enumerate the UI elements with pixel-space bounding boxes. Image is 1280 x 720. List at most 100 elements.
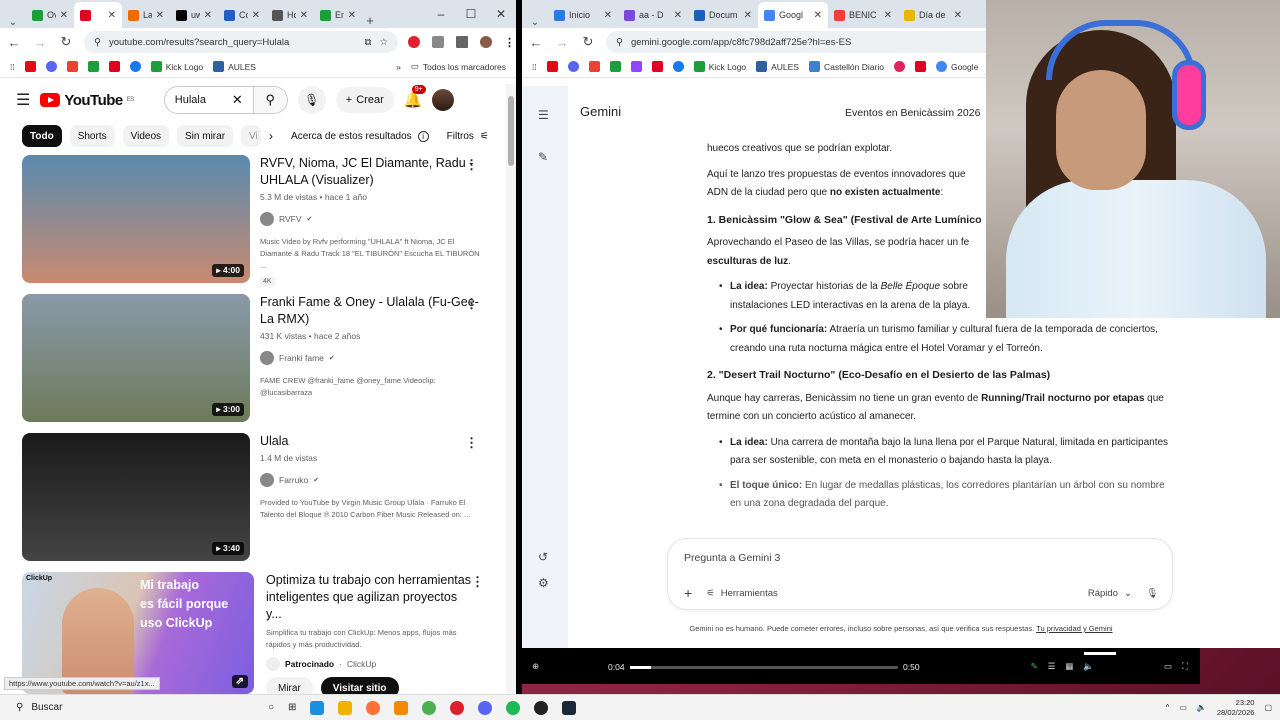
- edit-icon[interactable]: ✎: [1031, 661, 1038, 672]
- pinterest-icon[interactable]: [893, 61, 905, 72]
- gmail-icon-right[interactable]: [588, 61, 600, 72]
- hamburger-menu-icon[interactable]: ☰: [16, 90, 30, 110]
- right-tab[interactable]: Googl ✕: [758, 2, 828, 28]
- player-seek-bar[interactable]: [630, 666, 898, 669]
- bookmark-google[interactable]: Google: [935, 61, 978, 72]
- about-results[interactable]: Acerca de estos resultados i: [291, 130, 429, 142]
- ad-result[interactable]: ClickUp Mi trabajo es fácil porque uso C…: [22, 572, 492, 694]
- right-tab[interactable]: aa - D ✕: [618, 2, 688, 28]
- history-icon[interactable]: ↺: [538, 550, 548, 564]
- volume-icon[interactable]: 🔈: [1083, 661, 1094, 672]
- bookmark-icon-green-right[interactable]: [609, 61, 621, 72]
- video-thumbnail[interactable]: ▸ 3:00: [22, 294, 250, 422]
- reload-icon[interactable]: ↻: [58, 34, 74, 50]
- search-input[interactable]: Hulala ✕: [163, 86, 254, 114]
- account-avatar[interactable]: [432, 89, 455, 111]
- chip-videos[interactable]: Videos: [122, 125, 170, 147]
- youtube-bm-icon-right[interactable]: [651, 61, 663, 72]
- tab-close-icon[interactable]: ✕: [814, 10, 822, 21]
- watch-button[interactable]: Mirar: [266, 677, 313, 694]
- clear-search-icon[interactable]: ✕: [232, 92, 243, 108]
- video-title[interactable]: Franki Fame & Oney - Ulalala (Fu-Gee-La …: [260, 294, 480, 328]
- filters-button[interactable]: Filtros ⚟: [447, 131, 489, 142]
- create-button[interactable]: + Crear: [335, 87, 394, 113]
- bookmark-kick-logo[interactable]: Kick Logo: [150, 61, 203, 72]
- conversation-title[interactable]: Eventos en Benicàssim 2026: [845, 107, 980, 119]
- left-tab[interactable]: ✕: [74, 2, 122, 28]
- close-window-icon[interactable]: ✕: [486, 7, 516, 21]
- address-bar[interactable]: ⚲ youtube.com/results?search_query=Hulal…: [84, 31, 398, 53]
- obs-icon[interactable]: [534, 700, 549, 715]
- scroll-thumb[interactable]: [508, 96, 514, 166]
- volume-slider[interactable]: [1084, 652, 1116, 655]
- maximize-icon[interactable]: ☐: [456, 7, 486, 21]
- bookmark-kick-logo-right[interactable]: Kick Logo: [693, 61, 746, 72]
- youtube-logo[interactable]: YouTube ES: [40, 92, 134, 109]
- tab-search-icon-right[interactable]: ⌄: [522, 17, 548, 28]
- gmail-icon[interactable]: [66, 61, 78, 72]
- chrome-icon[interactable]: [422, 700, 437, 715]
- chip-shorts[interactable]: Shorts: [69, 125, 115, 147]
- right-tab[interactable]: Día de ✕: [898, 2, 968, 28]
- tab-close-icon[interactable]: ✕: [204, 10, 212, 21]
- miniplayer-icon[interactable]: ▭: [1164, 661, 1172, 672]
- discord-icon-right[interactable]: [567, 61, 579, 72]
- playlist-icon[interactable]: ☰: [1048, 661, 1056, 672]
- gemini-app-title[interactable]: Gemini: [580, 104, 621, 119]
- tab-close-icon[interactable]: ✕: [348, 10, 356, 21]
- facebook-icon[interactable]: [129, 61, 141, 72]
- youtube-bm-icon-2[interactable]: [914, 61, 926, 72]
- chips-next-icon[interactable]: ›: [269, 129, 273, 143]
- video-options-icon[interactable]: ⋮: [465, 296, 478, 312]
- bookmark-icon-green[interactable]: [87, 61, 99, 72]
- clock[interactable]: 23:20 28/02/2026: [1217, 698, 1255, 718]
- video-thumbnail[interactable]: ▸ 4:00: [22, 155, 250, 283]
- open-external-icon[interactable]: ⇗: [231, 675, 248, 688]
- back-icon[interactable]: ←: [6, 35, 22, 50]
- tab-close-icon[interactable]: ✕: [60, 10, 68, 21]
- ad-options-icon[interactable]: ⋮: [471, 574, 484, 590]
- video-result[interactable]: ▸ 4:00 RVFV, Nioma, JC El Diamante, Radu …: [22, 155, 492, 286]
- right-tab[interactable]: Inicio ✕: [548, 2, 618, 28]
- bookmark-star-icon[interactable]: ☆: [379, 37, 388, 48]
- site-info-icon[interactable]: ⚲: [94, 37, 101, 48]
- youtube-bm-icon[interactable]: [108, 61, 120, 72]
- video-options-icon[interactable]: ⋮: [465, 157, 478, 173]
- add-attachment-icon[interactable]: +: [684, 585, 692, 601]
- back-icon-right[interactable]: ←: [528, 35, 544, 50]
- left-tab[interactable]: La R ✕: [122, 2, 170, 28]
- left-tab[interactable]: Con ✕: [218, 2, 266, 28]
- video-result[interactable]: ▸ 3:40 Ulala 1.4 M de vistas Farruko ✔ Provid…: [22, 433, 492, 561]
- tab-close-icon[interactable]: ✕: [744, 10, 752, 21]
- player-settings-icon[interactable]: ⊕: [532, 661, 539, 672]
- left-tab[interactable]: Emil ✕: [314, 2, 362, 28]
- bookmark-aules-right[interactable]: AULES: [756, 61, 799, 72]
- prompt-input[interactable]: Pregunta a Gemini 3: [684, 552, 780, 564]
- right-tab[interactable]: BENIC ✕: [828, 2, 898, 28]
- tab-close-icon[interactable]: ✕: [674, 10, 682, 21]
- mode-selector[interactable]: Rápido ⌄: [1088, 588, 1132, 599]
- visit-site-button[interactable]: Visitar sitio: [320, 677, 399, 694]
- chip-unwatched[interactable]: Sin mirar: [177, 125, 234, 147]
- twitch-icon[interactable]: [630, 61, 642, 72]
- opera-ext-icon[interactable]: [408, 36, 420, 48]
- apps-grid-icon-right[interactable]: ⁞⁞: [532, 62, 537, 72]
- right-tab[interactable]: Docum ✕: [688, 2, 758, 28]
- tools-button[interactable]: ⚟ Herramientas: [706, 588, 778, 599]
- minimize-icon[interactable]: –: [426, 7, 456, 21]
- puzzle-icon[interactable]: [432, 36, 444, 48]
- all-bookmarks-folder[interactable]: ▭ Todos los marcadores: [411, 61, 506, 72]
- forward-icon[interactable]: →: [32, 35, 48, 50]
- ad-title[interactable]: Optimiza tu trabajo con herramientas int…: [266, 572, 476, 623]
- tab-close-icon[interactable]: ✕: [252, 10, 260, 21]
- media-icon[interactable]: [456, 36, 468, 48]
- bookmark-aules[interactable]: AULES: [213, 61, 256, 72]
- spotify-icon[interactable]: [506, 700, 521, 715]
- new-tab-button[interactable]: +: [362, 13, 378, 28]
- tab-close-icon[interactable]: ✕: [156, 10, 164, 21]
- netflix-icon-right[interactable]: [546, 61, 558, 72]
- video-channel[interactable]: Franki fame ✔: [260, 351, 480, 365]
- tray-volume-icon[interactable]: 🔈: [1197, 703, 1207, 712]
- tray-expand-icon[interactable]: ^: [1166, 703, 1170, 712]
- reload-icon-right[interactable]: ↻: [580, 34, 596, 50]
